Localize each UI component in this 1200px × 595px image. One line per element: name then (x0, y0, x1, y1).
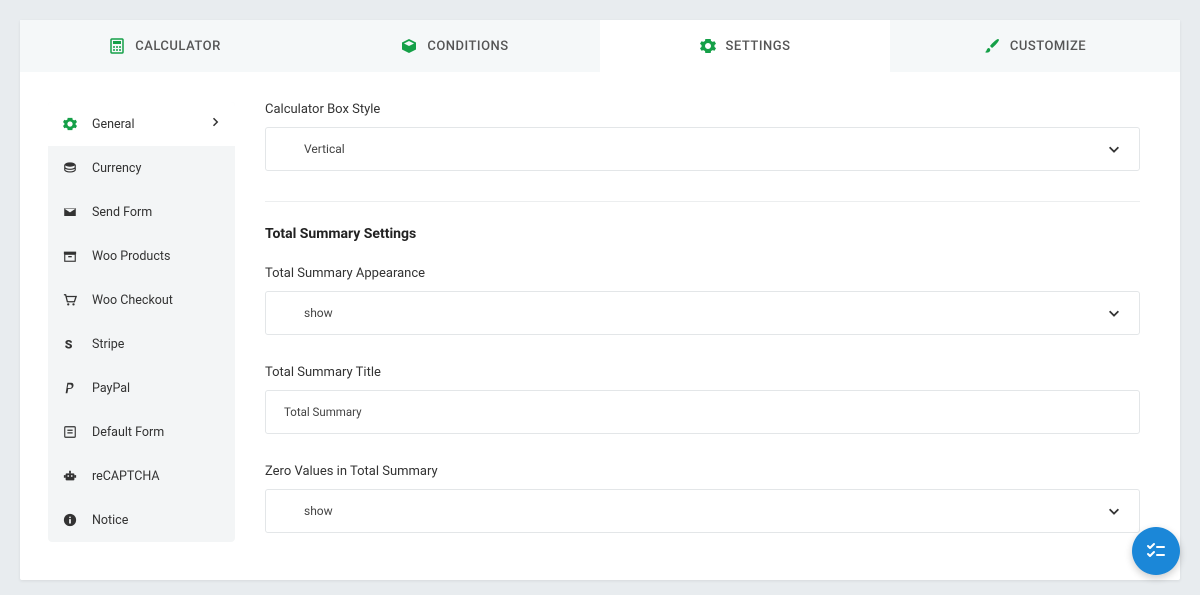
sidebar-item-send-form[interactable]: Send Form (48, 190, 235, 234)
tab-label: CALCULATOR (135, 39, 221, 54)
settings-sidebar: General Currency Send Form (20, 72, 235, 580)
sidebar-item-label: Woo Products (92, 249, 170, 264)
sidebar-item-label: PayPal (92, 381, 130, 396)
coins-icon (62, 160, 78, 176)
archive-icon (62, 248, 78, 264)
tab-settings[interactable]: SETTINGS (600, 20, 890, 72)
sidebar-item-label: Default Form (92, 425, 164, 440)
divider (265, 201, 1140, 202)
chevron-down-icon (1107, 142, 1121, 156)
sidebar-list: General Currency Send Form (48, 102, 235, 542)
brush-icon (984, 38, 1000, 54)
gear-icon (62, 116, 78, 132)
stripe-icon: S (62, 336, 78, 352)
paypal-icon (62, 380, 78, 396)
box-style-label: Calculator Box Style (265, 102, 1140, 117)
box-style-select[interactable]: Vertical (265, 127, 1140, 171)
tab-conditions[interactable]: CONDITIONS (310, 20, 600, 72)
chevron-down-icon (1107, 306, 1121, 320)
sidebar-item-woo-products[interactable]: Woo Products (48, 234, 235, 278)
zero-label: Zero Values in Total Summary (265, 464, 1140, 479)
app-container: CALCULATOR CONDITIONS SETTINGS CUSTOMIZE (20, 20, 1180, 580)
sidebar-item-stripe[interactable]: S Stripe (48, 322, 235, 366)
sidebar-item-currency[interactable]: Currency (48, 146, 235, 190)
envelope-icon (62, 204, 78, 220)
appearance-label: Total Summary Appearance (265, 266, 1140, 281)
select-value: Vertical (304, 142, 345, 156)
help-fab-button[interactable] (1132, 527, 1180, 575)
tab-label: CUSTOMIZE (1010, 39, 1086, 54)
sidebar-item-label: Currency (92, 161, 141, 176)
chevron-right-icon (209, 116, 221, 132)
title-input[interactable] (265, 390, 1140, 434)
tab-calculator[interactable]: CALCULATOR (20, 20, 310, 72)
zero-select[interactable]: show (265, 489, 1140, 533)
sidebar-item-paypal[interactable]: PayPal (48, 366, 235, 410)
gear-icon (700, 38, 716, 54)
sidebar-item-label: Woo Checkout (92, 293, 173, 308)
checklist-icon (1144, 539, 1168, 563)
sidebar-item-label: Stripe (92, 337, 124, 352)
sidebar-item-default-form[interactable]: Default Form (48, 410, 235, 454)
sidebar-item-woo-checkout[interactable]: Woo Checkout (48, 278, 235, 322)
info-icon (62, 512, 78, 528)
sidebar-item-notice[interactable]: Notice (48, 498, 235, 542)
box-icon (401, 38, 417, 54)
tab-label: CONDITIONS (427, 39, 508, 54)
sidebar-item-general[interactable]: General (48, 102, 235, 146)
total-summary-heading: Total Summary Settings (265, 226, 1140, 242)
select-value: show (304, 306, 333, 320)
top-tabs: CALCULATOR CONDITIONS SETTINGS CUSTOMIZE (20, 20, 1180, 72)
select-value: show (304, 504, 333, 518)
tab-label: SETTINGS (726, 39, 791, 54)
robot-icon (62, 468, 78, 484)
tab-customize[interactable]: CUSTOMIZE (890, 20, 1180, 72)
cart-icon (62, 292, 78, 308)
chevron-down-icon (1107, 504, 1121, 518)
main-panel: Calculator Box Style Vertical Total Summ… (235, 72, 1180, 580)
title-label: Total Summary Title (265, 365, 1140, 380)
sidebar-item-label: Send Form (92, 205, 152, 220)
svg-text:S: S (65, 337, 73, 351)
sidebar-item-recaptcha[interactable]: reCAPTCHA (48, 454, 235, 498)
form-icon (62, 424, 78, 440)
sidebar-item-label: reCAPTCHA (92, 469, 160, 484)
sidebar-item-label: Notice (92, 513, 128, 528)
calculator-icon (109, 38, 125, 54)
appearance-select[interactable]: show (265, 291, 1140, 335)
content-area: General Currency Send Form (20, 72, 1180, 580)
sidebar-item-label: General (92, 117, 135, 132)
